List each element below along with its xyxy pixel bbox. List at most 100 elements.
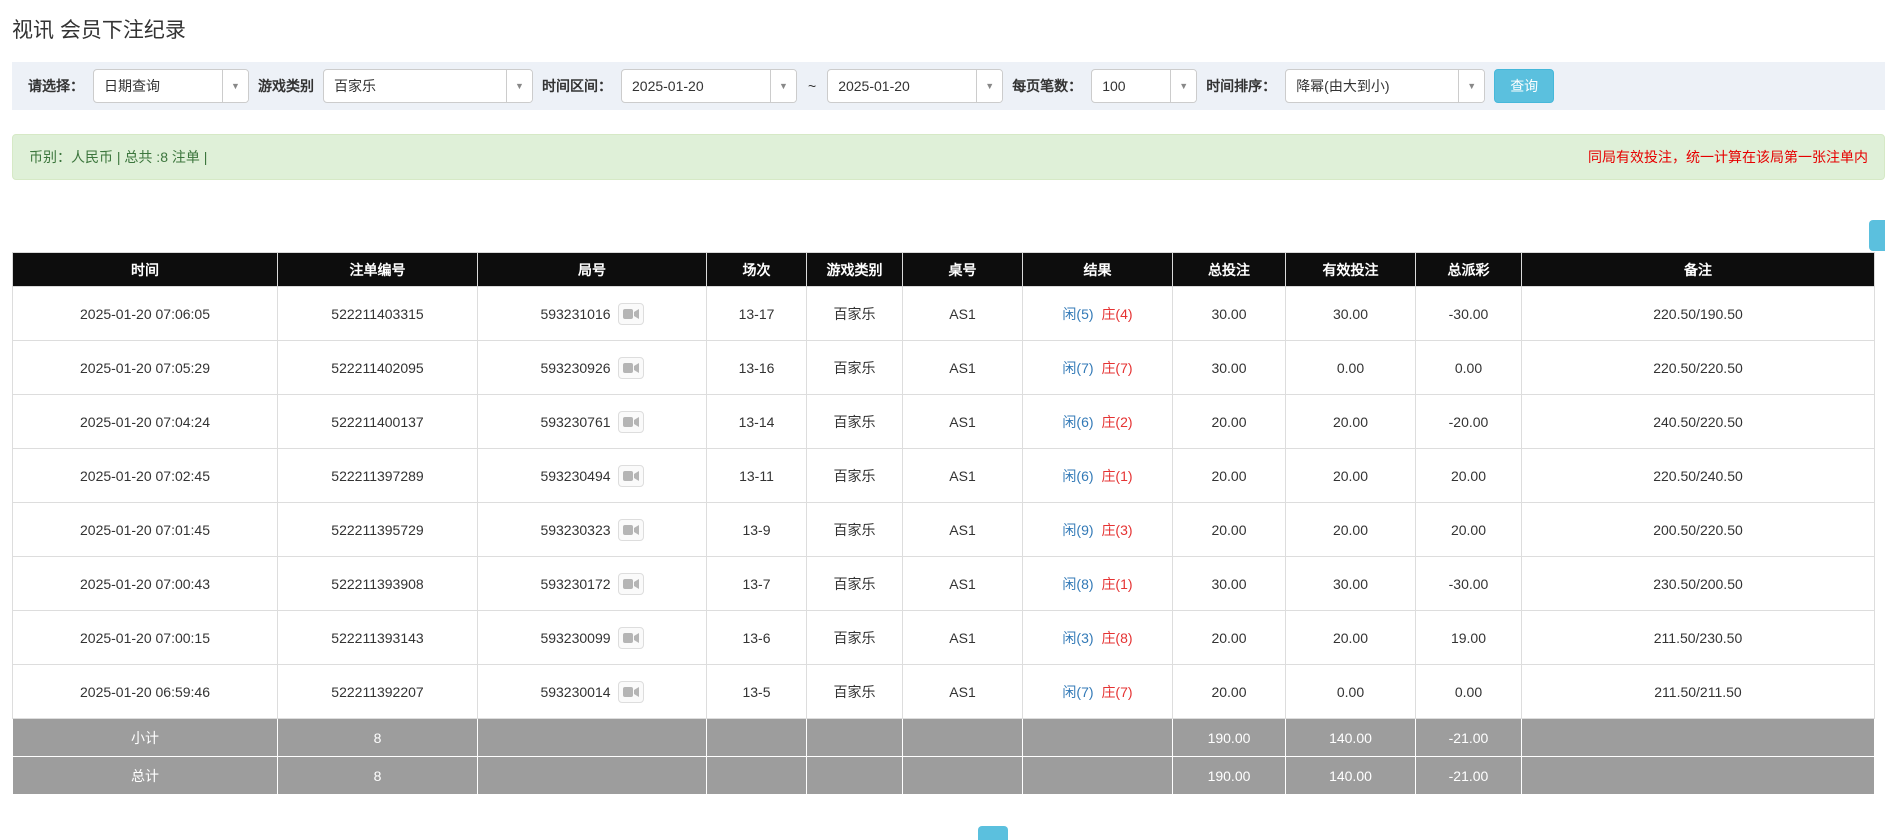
footer-empty-cell xyxy=(902,718,1023,757)
cell-round: 593230926 xyxy=(477,340,707,395)
result-banker-link[interactable]: 庄(7) xyxy=(1101,360,1132,376)
cell-game-type: 百家乐 xyxy=(806,502,903,557)
col-header-round: 局号 xyxy=(477,252,707,287)
chevron-down-icon[interactable]: ▼ xyxy=(770,70,796,102)
page-size-value: 100 xyxy=(1102,78,1126,94)
result-player-link[interactable]: 闲(7) xyxy=(1062,684,1093,700)
subtotal-label: 小计 xyxy=(12,718,278,757)
cell-session: 13-11 xyxy=(706,448,807,503)
search-button[interactable]: 查询 xyxy=(1494,69,1555,103)
col-header-remark: 备注 xyxy=(1521,252,1875,287)
result-player-link[interactable]: 闲(5) xyxy=(1062,306,1093,322)
result-banker-link[interactable]: 庄(8) xyxy=(1101,630,1132,646)
cell-total-bet[interactable]: 30.00 xyxy=(1172,286,1286,341)
cell-remark: 230.50/200.50 xyxy=(1521,556,1875,611)
chevron-down-icon[interactable]: ▼ xyxy=(222,70,248,102)
total-label: 总计 xyxy=(12,756,278,795)
query-type-select[interactable]: 日期查询 ▼ xyxy=(93,69,249,103)
date-from-input[interactable]: 2025-01-20 ▼ xyxy=(621,69,797,103)
col-header-valid-bet: 有效投注 xyxy=(1285,252,1416,287)
total-row: 总计 8 190.00 140.00 -21.00 xyxy=(12,756,1875,795)
video-replay-icon[interactable] xyxy=(617,464,644,487)
result-player-link[interactable]: 闲(6) xyxy=(1062,414,1093,430)
cell-remark: 220.50/240.50 xyxy=(1521,448,1875,503)
cell-session: 13-6 xyxy=(706,610,807,665)
result-banker-link[interactable]: 庄(4) xyxy=(1101,306,1132,322)
video-replay-icon[interactable] xyxy=(617,626,644,649)
table-row: 2025-01-20 07:00:43 522211393908 5932301… xyxy=(12,556,1875,611)
footer-empty-cell xyxy=(902,756,1023,795)
table-row: 2025-01-20 07:02:45 522211397289 5932304… xyxy=(12,448,1875,503)
cell-remark: 211.50/211.50 xyxy=(1521,664,1875,719)
result-player-link[interactable]: 闲(8) xyxy=(1062,576,1093,592)
cell-payout: 0.00 xyxy=(1415,340,1522,395)
video-replay-icon[interactable] xyxy=(617,680,644,703)
cell-total-bet[interactable]: 20.00 xyxy=(1172,448,1286,503)
result-player-link[interactable]: 闲(3) xyxy=(1062,630,1093,646)
page-size-select[interactable]: 100 ▼ xyxy=(1091,69,1198,103)
result-banker-link[interactable]: 庄(7) xyxy=(1101,684,1132,700)
round-number: 593231016 xyxy=(540,305,611,322)
cell-valid-bet: 20.00 xyxy=(1285,502,1416,557)
subtotal-payout: -21.00 xyxy=(1415,718,1522,757)
result-banker-link[interactable]: 庄(2) xyxy=(1101,414,1132,430)
video-replay-icon[interactable] xyxy=(617,410,644,433)
filter-bar: 请选择： 日期查询 ▼ 游戏类别 百家乐 ▼ 时间区间： 2025-01-20 … xyxy=(12,62,1885,110)
cell-remark: 200.50/220.50 xyxy=(1521,502,1875,557)
cell-total-bet[interactable]: 30.00 xyxy=(1172,340,1286,395)
cell-time: 2025-01-20 07:00:15 xyxy=(12,610,278,665)
cell-time: 2025-01-20 07:02:45 xyxy=(12,448,278,503)
game-type-select[interactable]: 百家乐 ▼ xyxy=(323,69,533,103)
result-player-link[interactable]: 闲(9) xyxy=(1062,522,1093,538)
same-round-notice: 同局有效投注，统一计算在该局第一张注单内 xyxy=(1588,149,1868,165)
video-replay-icon[interactable] xyxy=(617,518,644,541)
cell-total-bet[interactable]: 20.00 xyxy=(1172,664,1286,719)
cell-bet-id: 522211392207 xyxy=(277,664,478,719)
cell-valid-bet: 20.00 xyxy=(1285,394,1416,449)
cell-result: 闲(9) 庄(3) xyxy=(1022,502,1173,557)
cell-time: 2025-01-20 07:06:05 xyxy=(12,286,278,341)
chevron-down-icon[interactable]: ▼ xyxy=(1170,70,1197,102)
col-header-time: 时间 xyxy=(12,252,278,287)
footer-empty-cell xyxy=(1521,718,1875,757)
cell-result: 闲(8) 庄(1) xyxy=(1022,556,1173,611)
result-player-link[interactable]: 闲(7) xyxy=(1062,360,1093,376)
table-row: 2025-01-20 07:00:15 522211393143 5932300… xyxy=(12,610,1875,665)
sort-order-label: 时间排序： xyxy=(1206,78,1277,94)
cell-total-bet[interactable]: 30.00 xyxy=(1172,556,1286,611)
cell-result: 闲(6) 庄(2) xyxy=(1022,394,1173,449)
cell-session: 13-7 xyxy=(706,556,807,611)
footer-empty-cell xyxy=(1022,756,1173,795)
cell-game-type: 百家乐 xyxy=(806,340,903,395)
cell-result: 闲(7) 庄(7) xyxy=(1022,664,1173,719)
result-banker-link[interactable]: 庄(1) xyxy=(1101,576,1132,592)
subtotal-valid-bet: 140.00 xyxy=(1285,718,1416,757)
cell-round: 593230323 xyxy=(477,502,707,557)
video-replay-icon[interactable] xyxy=(617,302,644,325)
cell-total-bet[interactable]: 20.00 xyxy=(1172,502,1286,557)
chevron-down-icon[interactable]: ▼ xyxy=(506,70,532,102)
video-replay-icon[interactable] xyxy=(617,356,644,379)
cell-bet-id: 522211393908 xyxy=(277,556,478,611)
cell-bet-id: 522211397289 xyxy=(277,448,478,503)
result-banker-link[interactable]: 庄(3) xyxy=(1101,522,1132,538)
total-valid-bet: 140.00 xyxy=(1285,756,1416,795)
chevron-down-icon[interactable]: ▼ xyxy=(1458,70,1485,102)
cell-time: 2025-01-20 07:00:43 xyxy=(12,556,278,611)
date-to-input[interactable]: 2025-01-20 ▼ xyxy=(827,69,1004,103)
edge-action-button[interactable] xyxy=(1869,220,1885,251)
sort-order-select[interactable]: 降幂(由大到小) ▼ xyxy=(1285,69,1486,103)
col-header-payout: 总派彩 xyxy=(1415,252,1522,287)
cell-total-bet[interactable]: 20.00 xyxy=(1172,610,1286,665)
result-player-link[interactable]: 闲(6) xyxy=(1062,468,1093,484)
table-row: 2025-01-20 06:59:46 522211392207 5932300… xyxy=(12,664,1875,719)
pagination-button[interactable] xyxy=(978,826,1008,840)
col-header-game-type: 游戏类别 xyxy=(806,252,903,287)
result-banker-link[interactable]: 庄(1) xyxy=(1101,468,1132,484)
video-replay-icon[interactable] xyxy=(617,572,644,595)
cell-bet-id: 522211393143 xyxy=(277,610,478,665)
cell-total-bet[interactable]: 20.00 xyxy=(1172,394,1286,449)
cell-valid-bet: 20.00 xyxy=(1285,610,1416,665)
cell-valid-bet: 0.00 xyxy=(1285,340,1416,395)
chevron-down-icon[interactable]: ▼ xyxy=(976,70,1003,102)
